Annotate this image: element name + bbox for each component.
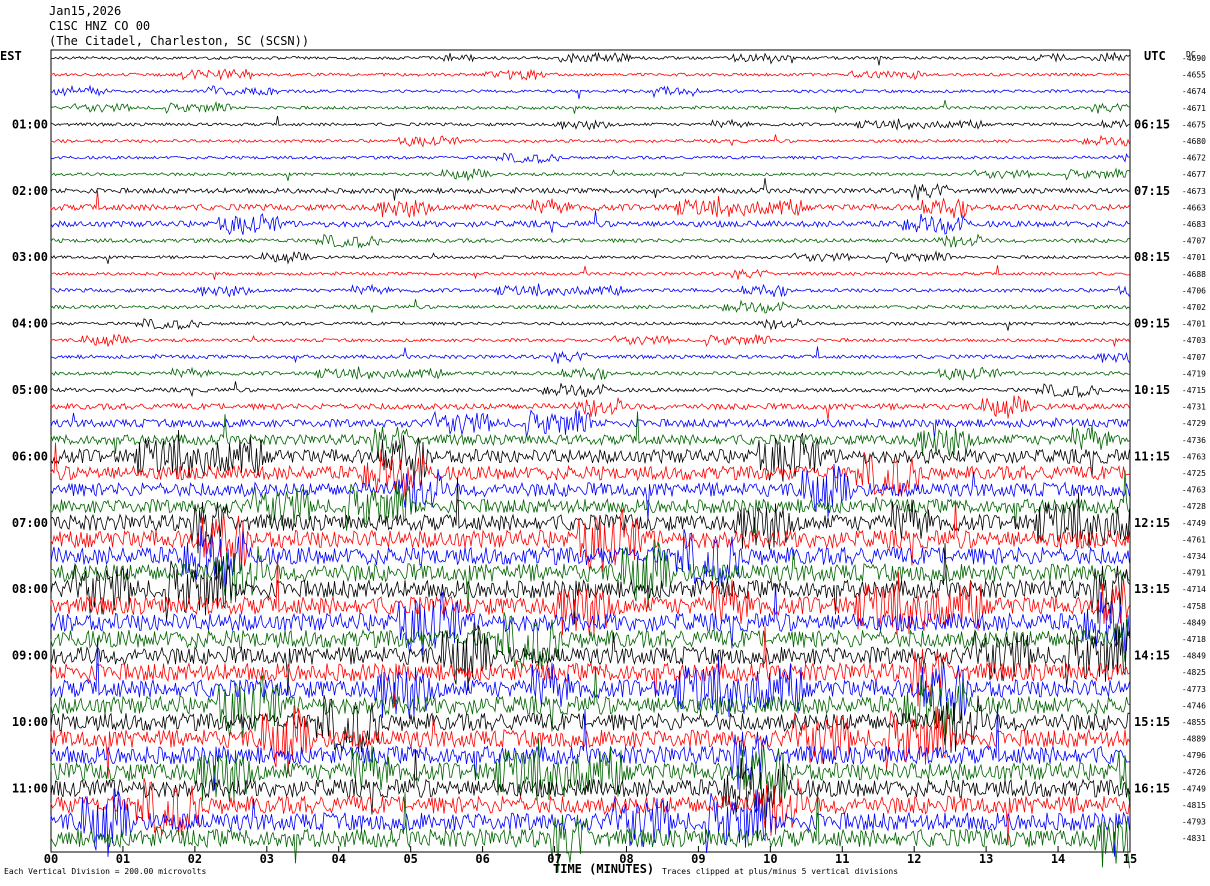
dc-offset-label: -4688	[1182, 270, 1206, 279]
x-axis-title: TIME (MINUTES)	[553, 862, 655, 876]
plot-frame	[50, 49, 1131, 853]
x-tick-label: 06	[475, 852, 489, 866]
x-tick-label: 04	[332, 852, 346, 866]
dc-offset-label: -4725	[1182, 469, 1206, 478]
dc-offset-label: -4731	[1182, 403, 1206, 412]
clip-note: Traces clipped at plus/minus 5 vertical …	[662, 867, 899, 876]
dc-offset-label: -4655	[1182, 71, 1206, 80]
dc-offset-label: -4715	[1182, 386, 1206, 395]
dc-offset-label: -4671	[1182, 104, 1206, 113]
x-tick-label: 12	[907, 852, 921, 866]
dc-offset-label: -4677	[1182, 170, 1206, 179]
utc-hour-label: 10:15	[1134, 383, 1170, 397]
x-tick-label: 01	[116, 852, 130, 866]
x-tick-label: 13	[979, 852, 993, 866]
utc-hour-label: 14:15	[1134, 649, 1170, 663]
dc-offset-label: -4849	[1182, 618, 1206, 627]
dc-offset-label: -4714	[1182, 585, 1206, 594]
dc-offset-label: -4706	[1182, 286, 1206, 295]
dc-offset-label: -4718	[1182, 635, 1206, 644]
dc-offset-label: -4729	[1182, 419, 1206, 428]
x-tick-label: 03	[260, 852, 274, 866]
dc-offset-label: -4749	[1182, 784, 1206, 793]
dc-offset-label: -4815	[1182, 801, 1206, 810]
utc-hour-label: 07:15	[1134, 184, 1170, 198]
utc-hour-label: 08:15	[1134, 250, 1170, 264]
dc-offset-label: -4663	[1182, 203, 1206, 212]
dc-offset-label: -4746	[1182, 701, 1206, 710]
dc-offset-label: -4719	[1182, 369, 1206, 378]
dc-offset-label: -4701	[1182, 320, 1206, 329]
dc-offset-label: -4889	[1182, 735, 1206, 744]
dc-offset-label: -4673	[1182, 187, 1206, 196]
dc-offset-label: -4703	[1182, 336, 1206, 345]
dc-offset-label: -4683	[1182, 220, 1206, 229]
dc-offset-label: -4690	[1182, 54, 1206, 63]
x-tick-label: 10	[763, 852, 777, 866]
est-hour-label: 10:00	[12, 715, 48, 729]
dc-offset-label: -4702	[1182, 303, 1206, 312]
utc-hour-label: 12:15	[1134, 516, 1170, 530]
scale-note: Each Vertical Division = 200.00 microvol…	[4, 867, 207, 876]
est-hour-label: 09:00	[12, 649, 48, 663]
dc-offset-label: -4680	[1182, 137, 1206, 146]
dc-offset-label: -4796	[1182, 751, 1206, 760]
utc-hour-label: 06:15	[1134, 117, 1170, 131]
est-hour-label: 11:00	[12, 781, 48, 795]
est-hour-label: 04:00	[12, 317, 48, 331]
est-hour-label: 06:00	[12, 449, 48, 463]
dc-offset-label: -4758	[1182, 602, 1206, 611]
x-tick-label: 02	[188, 852, 202, 866]
x-tick-label: 05	[403, 852, 417, 866]
dc-offset-label: -4773	[1182, 685, 1206, 694]
est-hour-label: 07:00	[12, 516, 48, 530]
utc-hour-label: 09:15	[1134, 317, 1170, 331]
helicorder-chart: 00 01 02 03 04 05 06 07 08 09 10 11 12 13 14 15 01:0002…	[12, 49, 1206, 873]
dc-offset-label: -4825	[1182, 668, 1206, 677]
x-tick-label: 11	[835, 852, 849, 866]
dc-offset-label: -4734	[1182, 552, 1206, 561]
utc-hour-label: 13:15	[1134, 582, 1170, 596]
utc-hour-label: 11:15	[1134, 449, 1170, 463]
dc-offset-label: -4674	[1182, 87, 1206, 96]
dc-offset-label: -4736	[1182, 436, 1206, 445]
dc-offset-label: -4763	[1182, 486, 1206, 495]
dc-offset-label: -4855	[1182, 718, 1206, 727]
x-tick-label: 15	[1123, 852, 1137, 866]
dc-offset-label: -4701	[1182, 253, 1206, 262]
dc-offset-label: -4675	[1182, 120, 1206, 129]
dc-offset-label: -4763	[1182, 452, 1206, 461]
utc-hour-label: 15:15	[1134, 715, 1170, 729]
dc-offset-label: -4707	[1182, 353, 1206, 362]
dc-offset-label: -4749	[1182, 519, 1206, 528]
est-hour-label: 05:00	[12, 383, 48, 397]
x-tick-label: 00	[44, 852, 58, 866]
x-tick-label: 14	[1051, 852, 1065, 866]
dc-offset-label: -4728	[1182, 502, 1206, 511]
dc-offset-label: -4726	[1182, 768, 1206, 777]
dc-offset-label: -4793	[1182, 818, 1206, 827]
est-hour-label: 03:00	[12, 250, 48, 264]
dc-offset-label: -4849	[1182, 652, 1206, 661]
dc-offset-label: -4831	[1182, 834, 1206, 843]
x-tick-label: 09	[691, 852, 705, 866]
dc-offset-label: -4791	[1182, 569, 1206, 578]
utc-hour-label: 16:15	[1134, 781, 1170, 795]
est-hour-label: 02:00	[12, 184, 48, 198]
dc-offset-label: -4761	[1182, 535, 1206, 544]
dc-offset-label: -4672	[1182, 154, 1206, 163]
dc-offset-label: -4707	[1182, 237, 1206, 246]
est-hour-label: 01:00	[12, 117, 48, 131]
est-hour-label: 08:00	[12, 582, 48, 596]
